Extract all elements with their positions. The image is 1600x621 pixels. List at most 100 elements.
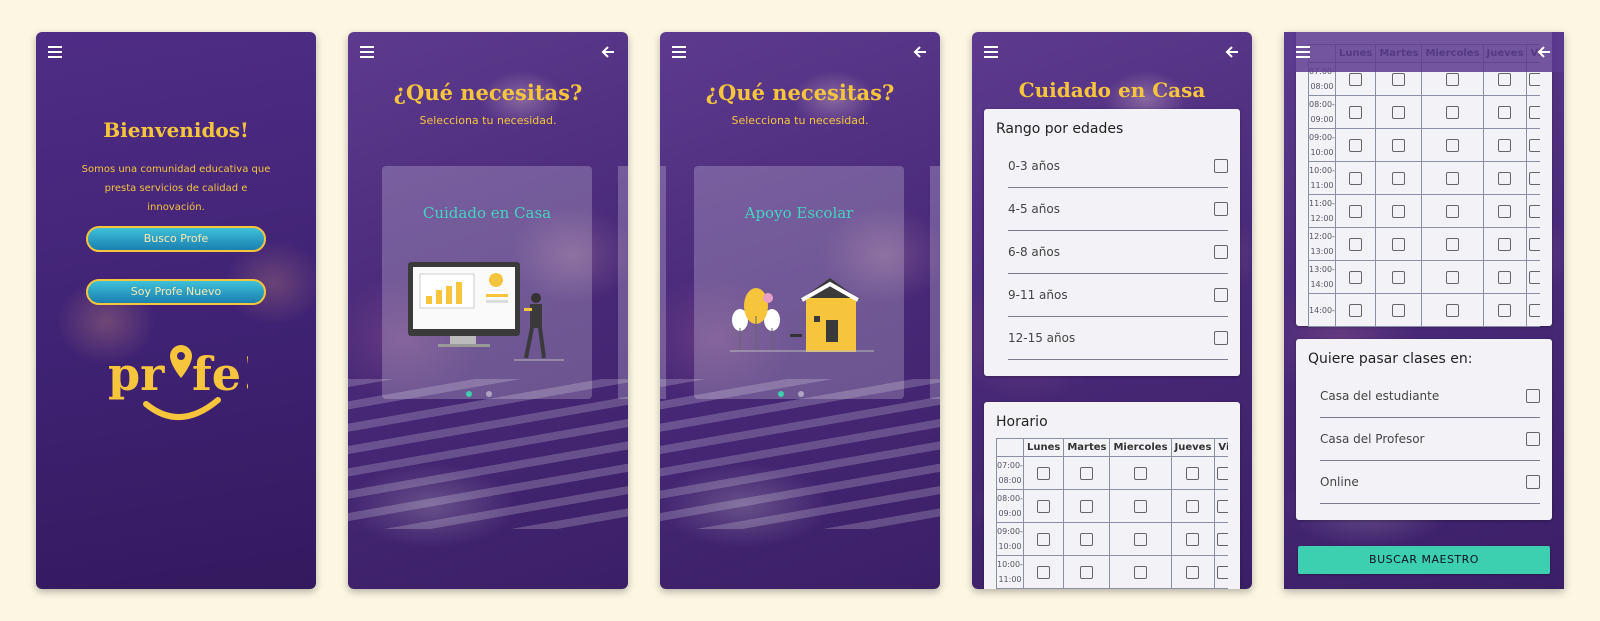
slot-checkbox[interactable] <box>1037 565 1051 579</box>
slot-checkbox[interactable] <box>1080 499 1094 513</box>
age-option[interactable]: 4-5 años <box>1008 188 1228 231</box>
place-checkbox[interactable] <box>1526 475 1540 489</box>
time-slot: 07:00-08:00 <box>996 456 1024 490</box>
place-label: Online <box>1320 475 1359 489</box>
slot-checkbox[interactable] <box>1080 466 1094 480</box>
age-checkbox[interactable] <box>1214 202 1228 216</box>
slot-checkbox[interactable] <box>1080 532 1094 546</box>
menu-icon[interactable] <box>984 46 998 58</box>
slot-checkbox[interactable] <box>1498 204 1512 218</box>
slot-checkbox[interactable] <box>1446 237 1459 251</box>
schedule-panel: Horario Lunes Martes Miercoles Jueves Vi… <box>984 402 1240 589</box>
slot-checkbox[interactable] <box>1134 466 1147 480</box>
slot-checkbox[interactable] <box>1217 466 1228 480</box>
slot-checkbox[interactable] <box>1446 204 1459 218</box>
slot-checkbox[interactable] <box>1349 204 1363 218</box>
back-arrow-icon[interactable] <box>600 44 616 60</box>
slot-checkbox[interactable] <box>1498 138 1512 152</box>
slot-checkbox[interactable] <box>1446 303 1459 317</box>
menu-icon[interactable] <box>48 46 62 58</box>
slot-checkbox[interactable] <box>1392 303 1406 317</box>
slot-checkbox[interactable] <box>1186 499 1200 513</box>
slot-checkbox[interactable] <box>1349 270 1363 284</box>
slot-checkbox[interactable] <box>1134 499 1147 513</box>
slot-checkbox[interactable] <box>1349 237 1363 251</box>
age-option[interactable]: 0-3 años <box>1008 145 1228 188</box>
slot-checkbox[interactable] <box>1529 171 1540 185</box>
slot-checkbox[interactable] <box>1529 138 1540 152</box>
slot-checkbox[interactable] <box>1529 72 1540 86</box>
slot-checkbox[interactable] <box>1037 532 1051 546</box>
slot-checkbox[interactable] <box>1498 105 1512 119</box>
slot-checkbox[interactable] <box>1446 72 1459 86</box>
slot-checkbox[interactable] <box>1446 138 1459 152</box>
time-slot: 09:00-10:00 <box>1308 128 1336 162</box>
slot-checkbox[interactable] <box>1080 565 1094 579</box>
slot-checkbox[interactable] <box>1529 303 1540 317</box>
slot-checkbox[interactable] <box>1529 105 1540 119</box>
place-checkbox[interactable] <box>1526 432 1540 446</box>
place-option[interactable]: Online <box>1320 461 1540 504</box>
slot-checkbox[interactable] <box>1392 270 1406 284</box>
age-checkbox[interactable] <box>1214 159 1228 173</box>
slot-checkbox[interactable] <box>1217 499 1228 513</box>
slot-checkbox[interactable] <box>1498 171 1512 185</box>
slot-checkbox[interactable] <box>1134 565 1147 579</box>
slot-checkbox[interactable] <box>1186 466 1200 480</box>
slot-checkbox[interactable] <box>1349 72 1363 86</box>
slot-checkbox[interactable] <box>1037 499 1051 513</box>
buscar-maestro-button[interactable]: BUSCAR MAESTRO <box>1298 546 1550 574</box>
slot-checkbox[interactable] <box>1498 270 1512 284</box>
slot-checkbox[interactable] <box>1498 72 1512 86</box>
age-label: 6-8 años <box>1008 245 1060 259</box>
slot-checkbox[interactable] <box>1349 171 1363 185</box>
age-option[interactable]: 12-15 años <box>1008 317 1228 360</box>
slot-checkbox[interactable] <box>1392 105 1406 119</box>
slot-checkbox[interactable] <box>1392 171 1406 185</box>
age-option[interactable]: 9-11 años <box>1008 274 1228 317</box>
place-option[interactable]: Casa del Profesor <box>1320 418 1540 461</box>
back-arrow-icon[interactable] <box>1536 44 1552 60</box>
slot-checkbox[interactable] <box>1349 138 1363 152</box>
slot-checkbox[interactable] <box>1186 565 1200 579</box>
table-row: 09:00-10:00 <box>1308 128 1540 162</box>
age-checkbox[interactable] <box>1214 245 1228 259</box>
age-option[interactable]: 6-8 años <box>1008 231 1228 274</box>
slot-checkbox[interactable] <box>1446 105 1459 119</box>
slot-checkbox[interactable] <box>1498 303 1512 317</box>
back-arrow-icon[interactable] <box>1224 44 1240 60</box>
slot-checkbox[interactable] <box>1037 466 1051 480</box>
slot-checkbox[interactable] <box>1392 138 1406 152</box>
place-checkbox[interactable] <box>1526 389 1540 403</box>
slot-checkbox[interactable] <box>1446 270 1459 284</box>
slot-checkbox[interactable] <box>1217 565 1228 579</box>
carousel-next-peek[interactable] <box>930 166 940 399</box>
slot-checkbox[interactable] <box>1529 204 1540 218</box>
slot-checkbox[interactable] <box>1498 237 1512 251</box>
slot-checkbox[interactable] <box>1349 303 1363 317</box>
slot-checkbox[interactable] <box>1349 105 1363 119</box>
slot-checkbox[interactable] <box>1134 532 1147 546</box>
slot-checkbox[interactable] <box>1392 204 1406 218</box>
slot-checkbox[interactable] <box>1529 270 1540 284</box>
menu-icon[interactable] <box>360 46 374 58</box>
slot-checkbox[interactable] <box>1392 237 1406 251</box>
age-checkbox[interactable] <box>1214 288 1228 302</box>
service-card-cuidado[interactable]: Cuidado en Casa <box>382 166 592 399</box>
busco-profe-button[interactable]: Busco Profe <box>86 226 266 252</box>
carousel-next-peek[interactable] <box>618 166 628 399</box>
soy-profe-nuevo-button[interactable]: Soy Profe Nuevo <box>86 279 266 305</box>
slot-checkbox[interactable] <box>1529 237 1540 251</box>
slot-checkbox[interactable] <box>1392 72 1406 86</box>
service-card-apoyo[interactable]: Apoyo Escolar <box>694 166 904 399</box>
menu-icon[interactable] <box>1296 46 1310 58</box>
slot-checkbox[interactable] <box>1446 171 1459 185</box>
place-option[interactable]: Casa del estudiante <box>1320 375 1540 418</box>
menu-icon[interactable] <box>672 46 686 58</box>
age-checkbox[interactable] <box>1214 331 1228 345</box>
carousel-prev-peek[interactable] <box>660 166 666 399</box>
age-range-panel: Rango por edades 0-3 años 4-5 años 6-8 a… <box>984 109 1240 376</box>
slot-checkbox[interactable] <box>1217 532 1228 546</box>
back-arrow-icon[interactable] <box>912 44 928 60</box>
slot-checkbox[interactable] <box>1186 532 1200 546</box>
